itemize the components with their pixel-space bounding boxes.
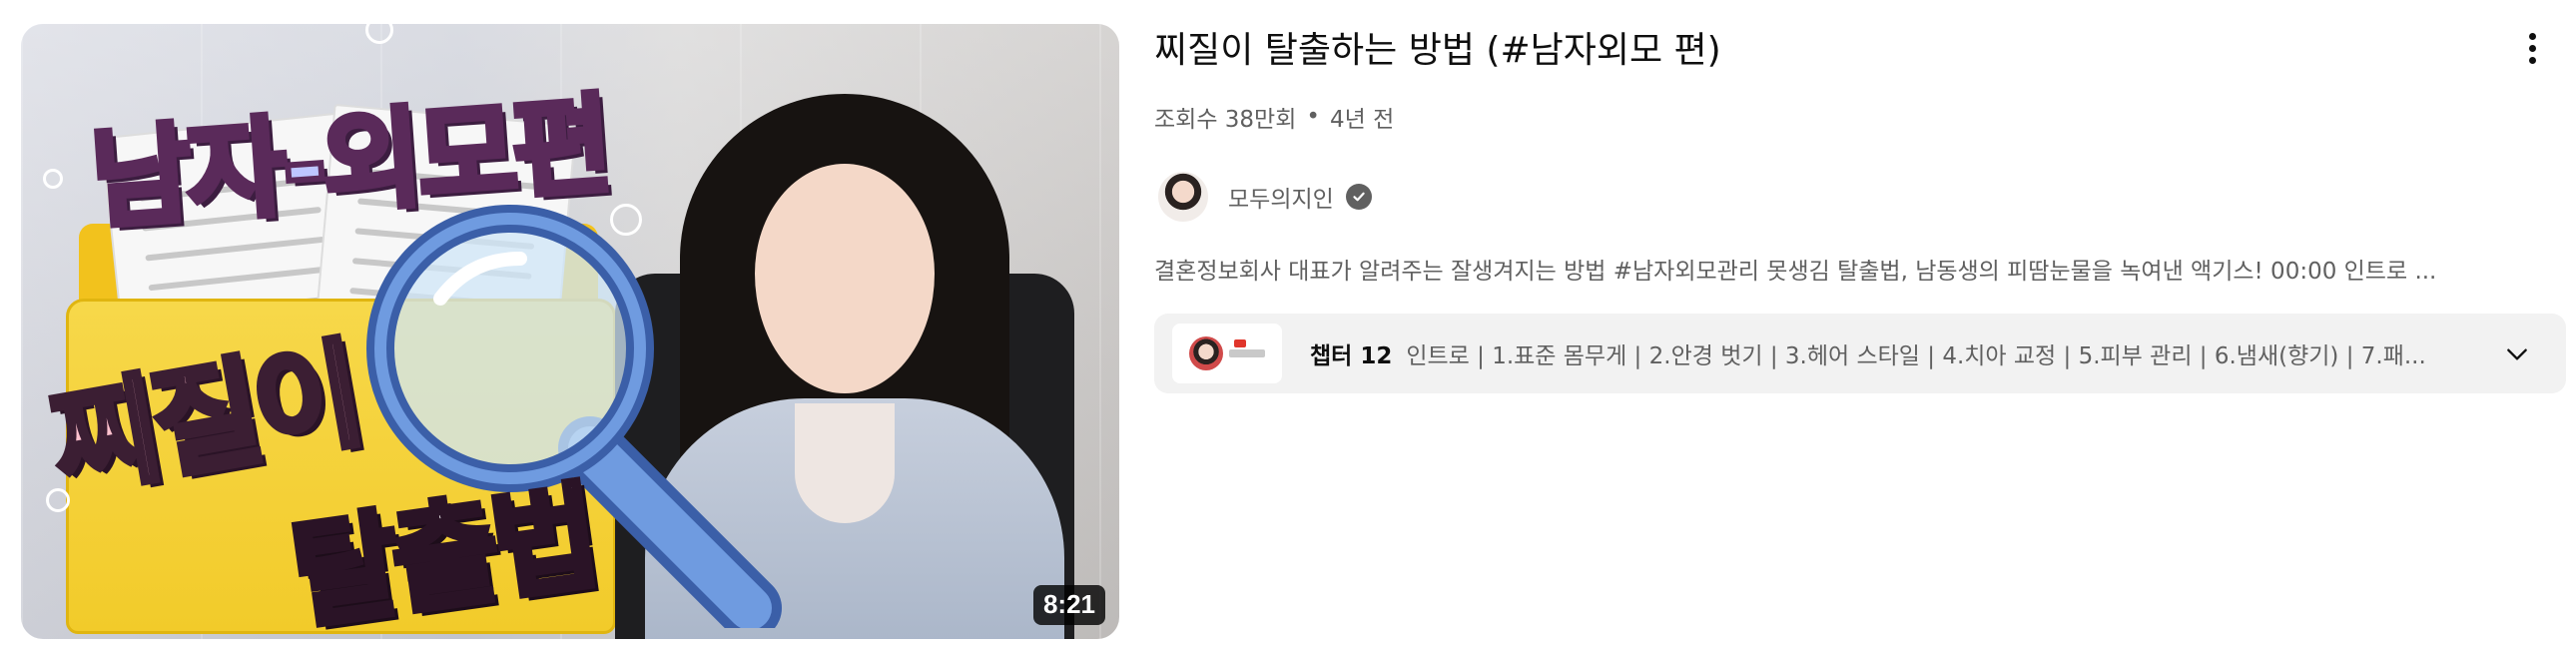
channel-avatar[interactable] bbox=[1158, 172, 1208, 222]
more-vert-icon bbox=[2528, 32, 2536, 40]
sparkle-decoration bbox=[610, 204, 642, 236]
more-vert-icon-dot bbox=[2528, 44, 2536, 52]
person-shirt-graphic bbox=[795, 403, 895, 523]
sparkle-decoration bbox=[46, 488, 70, 512]
video-thumbnail[interactable]: 남자-외모편 찌질이 탈출법 8:21 bbox=[21, 24, 1119, 639]
chapter-thumbnail-avatar bbox=[1189, 336, 1223, 370]
meta-separator: • bbox=[1306, 104, 1320, 130]
youtube-logo-icon bbox=[1234, 339, 1246, 347]
chevron-down-icon[interactable] bbox=[2504, 341, 2530, 367]
sparkle-decoration bbox=[43, 169, 63, 189]
chapter-thumbnail-caption bbox=[1229, 349, 1265, 357]
video-details: 찌질이 탈출하는 방법 (#남자외모 편) 조회수 38만회 • 4년 전 모두… bbox=[1154, 24, 2576, 623]
upload-age: 4년 전 bbox=[1329, 107, 1395, 133]
channel-info[interactable]: 모두의지인 bbox=[1154, 172, 1372, 222]
view-count: 조회수 38만회 bbox=[1154, 107, 1297, 133]
chapters-count-label: 챕터 12 bbox=[1310, 343, 1393, 369]
more-vert-icon-dot bbox=[2528, 56, 2536, 64]
video-title[interactable]: 찌질이 탈출하는 방법 (#남자외모 편) bbox=[1154, 24, 1721, 78]
channel-name[interactable]: 모두의지인 bbox=[1228, 180, 1334, 214]
chapters-summary: 인트로 | 1.표준 몸무게 | 2.안경 벗기 | 3.헤어 스타일 | 4.… bbox=[1406, 343, 2426, 369]
video-metadata: 조회수 38만회 • 4년 전 bbox=[1154, 100, 1394, 134]
more-actions-button[interactable] bbox=[2510, 26, 2554, 70]
check-badge-icon bbox=[1345, 184, 1372, 210]
duration-badge: 8:21 bbox=[1032, 585, 1105, 625]
chapters-panel[interactable]: 챕터 12 인트로 | 1.표준 몸무게 | 2.안경 벗기 | 3.헤어 스타… bbox=[1154, 314, 2566, 393]
chapter-thumbnail bbox=[1172, 324, 1282, 383]
video-description-snippet[interactable]: 결혼정보회사 대표가 알려주는 잘생겨지는 방법 #남자외모관리 못생김 탈출법… bbox=[1154, 256, 2436, 288]
